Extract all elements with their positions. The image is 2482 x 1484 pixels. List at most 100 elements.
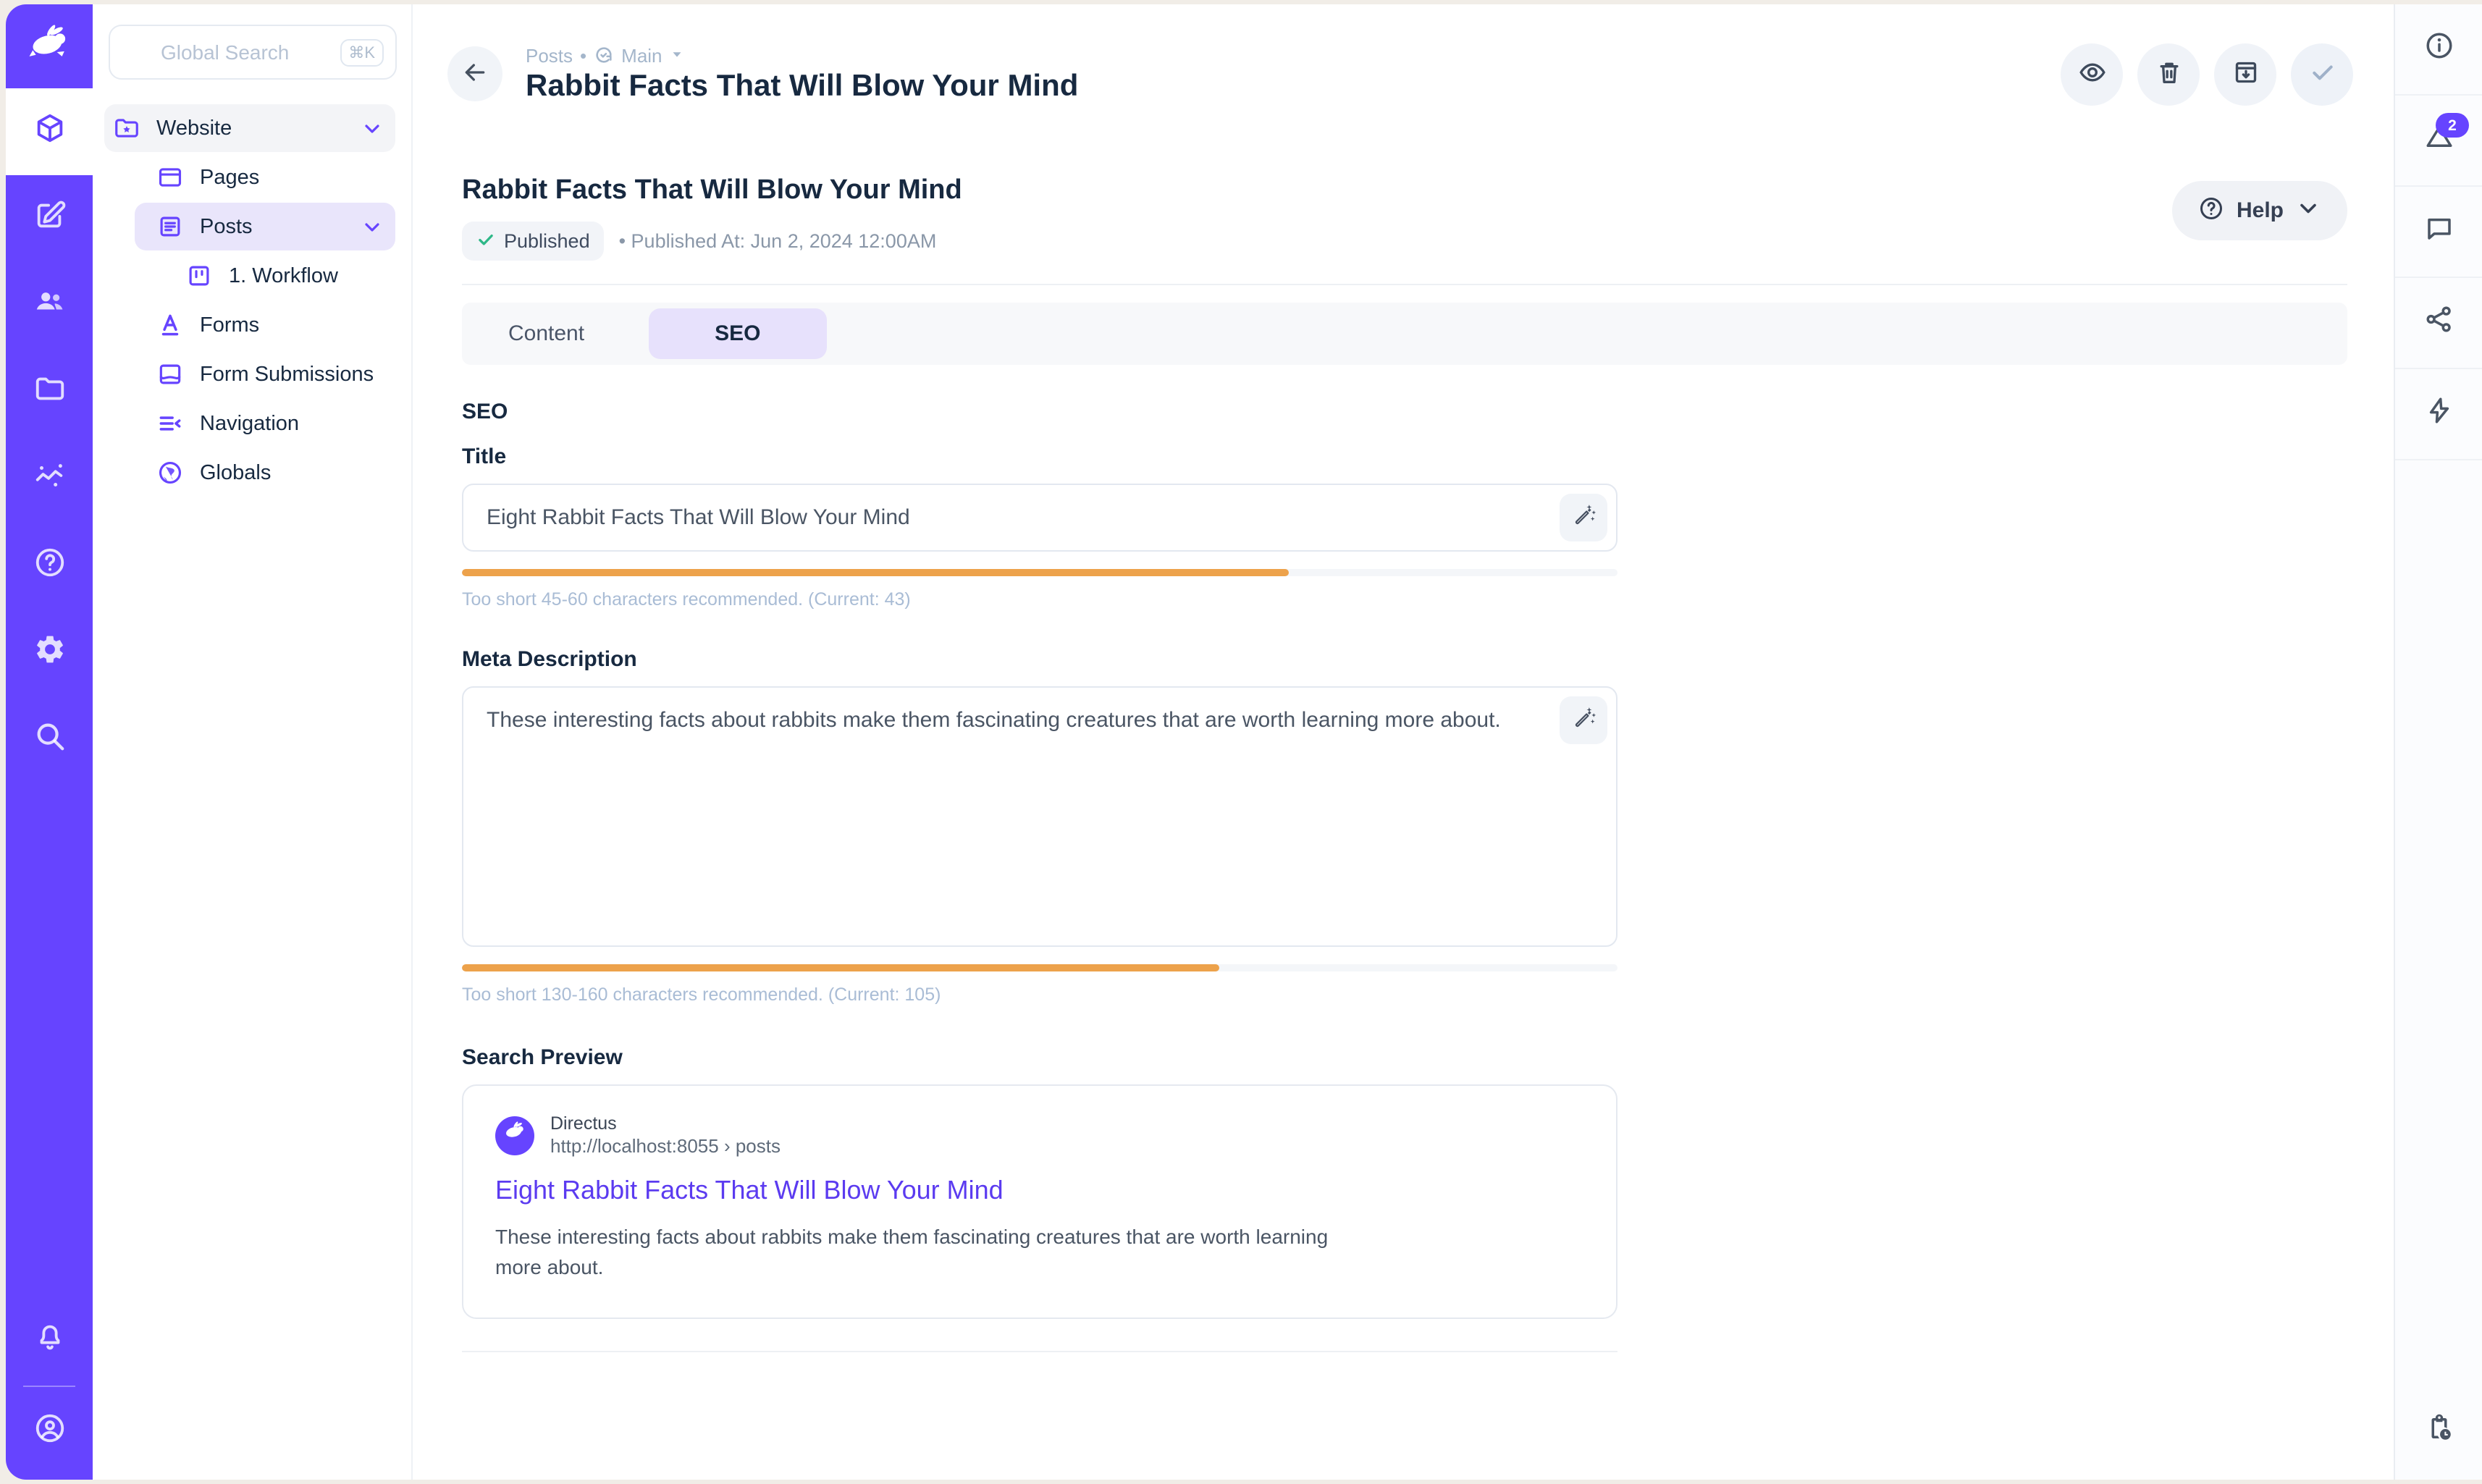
share-panel-button[interactable] bbox=[2395, 278, 2482, 369]
page-header: Posts • Main Rabbit Facts That Will Blow… bbox=[413, 4, 2394, 143]
share-icon bbox=[2423, 304, 2454, 342]
help-button[interactable]: Help bbox=[2173, 181, 2347, 240]
info-panel-button[interactable] bbox=[2395, 4, 2482, 96]
preview-result-title[interactable]: Eight Rabbit Facts That Will Blow Your M… bbox=[495, 1176, 1584, 1206]
sidebar-item-label: Website bbox=[156, 117, 232, 140]
seo-meta-textarea[interactable]: These interesting facts about rabbits ma… bbox=[462, 686, 1617, 947]
check-icon bbox=[2308, 57, 2336, 90]
global-search-input[interactable] bbox=[110, 39, 340, 65]
magic-wand-icon bbox=[1570, 704, 1597, 736]
insights-icon bbox=[33, 459, 66, 499]
tab-content[interactable]: Content bbox=[468, 321, 625, 346]
inbox-icon bbox=[156, 361, 184, 388]
module-search[interactable] bbox=[6, 696, 93, 783]
article-icon bbox=[156, 213, 184, 240]
alerts-panel-button[interactable]: 2 bbox=[2395, 96, 2482, 187]
tab-seo[interactable]: SEO bbox=[648, 308, 827, 359]
seo-title-input[interactable] bbox=[462, 484, 1617, 552]
help-label: Help bbox=[2237, 198, 2284, 223]
title-field-label: Title bbox=[462, 444, 1617, 469]
search-icon bbox=[33, 720, 66, 760]
lightning-bolt-icon bbox=[2423, 395, 2454, 433]
seo-heading: SEO bbox=[462, 400, 1617, 424]
comment-bubble-icon bbox=[2423, 213, 2454, 250]
chevron-down-icon bbox=[2295, 195, 2321, 227]
navigation-sidebar: ⌘K Website Pages Posts 1. Workflow bbox=[93, 4, 413, 1480]
module-editor[interactable] bbox=[6, 175, 93, 262]
directus-logo[interactable] bbox=[6, 4, 93, 88]
sidebar-item-label: Pages bbox=[200, 166, 259, 189]
document-title: Rabbit Facts That Will Blow Your Mind bbox=[462, 175, 2173, 207]
list-collapse-icon bbox=[156, 410, 184, 437]
preview-button[interactable] bbox=[2061, 43, 2123, 105]
title-block: Posts • Main Rabbit Facts That Will Blow… bbox=[526, 44, 1078, 104]
chevron-down-icon[interactable] bbox=[361, 117, 384, 140]
back-button[interactable] bbox=[447, 46, 502, 101]
app-window: ⌘K Website Pages Posts 1. Workflow bbox=[6, 4, 2482, 1480]
breadcrumb-separator: • bbox=[580, 44, 586, 66]
module-content[interactable] bbox=[6, 88, 93, 175]
meta-length-meter bbox=[462, 964, 1617, 971]
preview-site-name: Directus bbox=[550, 1113, 781, 1134]
right-sidebar-spacer bbox=[2395, 460, 2482, 1384]
trash-icon bbox=[2154, 57, 2183, 90]
module-help[interactable] bbox=[6, 523, 93, 610]
revisions-panel-button[interactable] bbox=[2395, 1384, 2482, 1480]
sidebar-item-label: Navigation bbox=[200, 412, 299, 435]
save-button[interactable] bbox=[2291, 43, 2353, 105]
help-circle-icon bbox=[2199, 195, 2225, 227]
breadcrumb-collection[interactable]: Posts bbox=[526, 44, 573, 66]
main-area: Posts • Main Rabbit Facts That Will Blow… bbox=[413, 4, 2394, 1480]
search-preview-card: Directus http://localhost:8055 › posts E… bbox=[462, 1084, 1617, 1319]
module-users[interactable] bbox=[6, 262, 93, 349]
bell-icon bbox=[33, 1320, 66, 1361]
info-icon bbox=[2423, 30, 2454, 68]
sidebar-item-workflow[interactable]: 1. Workflow bbox=[104, 252, 395, 300]
published-at: • Published At: Jun 2, 2024 12:00AM bbox=[619, 230, 937, 252]
notifications-button[interactable] bbox=[6, 1304, 93, 1377]
caret-down-icon[interactable] bbox=[670, 44, 686, 66]
shortcut-badge: ⌘K bbox=[340, 38, 384, 66]
site-avatar bbox=[495, 1116, 534, 1155]
archive-download-icon bbox=[2231, 57, 2260, 90]
eye-icon bbox=[2077, 57, 2106, 90]
divider bbox=[23, 1386, 75, 1387]
global-search[interactable]: ⌘K bbox=[109, 25, 397, 80]
user-avatar[interactable] bbox=[6, 1396, 93, 1468]
delete-button[interactable] bbox=[2137, 43, 2200, 105]
comments-panel-button[interactable] bbox=[2395, 187, 2482, 278]
generate-meta-button[interactable] bbox=[1560, 696, 1607, 744]
sidebar-item-website[interactable]: Website bbox=[104, 104, 395, 152]
users-icon bbox=[33, 285, 66, 326]
rabbit-icon bbox=[502, 1119, 527, 1151]
divider bbox=[462, 284, 2347, 285]
sidebar-item-forms[interactable]: Forms bbox=[104, 301, 395, 349]
archive-button[interactable] bbox=[2214, 43, 2276, 105]
sidebar-item-form-submissions[interactable]: Form Submissions bbox=[104, 350, 395, 398]
module-settings[interactable] bbox=[6, 610, 93, 696]
edit-pencil-icon bbox=[33, 198, 66, 239]
chevron-down-icon[interactable] bbox=[361, 215, 384, 238]
flows-panel-button[interactable] bbox=[2395, 369, 2482, 460]
sidebar-item-navigation[interactable]: Navigation bbox=[104, 400, 395, 447]
document-header: Rabbit Facts That Will Blow Your Mind Pu… bbox=[462, 143, 2347, 261]
folder-star-icon bbox=[113, 114, 140, 142]
meta-length-fill bbox=[462, 964, 1219, 971]
generate-title-button[interactable] bbox=[1560, 494, 1607, 541]
module-insights[interactable] bbox=[6, 436, 93, 523]
meta-field: These interesting facts about rabbits ma… bbox=[462, 686, 1617, 947]
sidebar-item-label: Posts bbox=[200, 215, 253, 238]
sidebar-item-label: 1. Workflow bbox=[229, 264, 338, 287]
breadcrumb[interactable]: Posts • Main bbox=[526, 44, 1078, 66]
sidebar-item-globals[interactable]: Globals bbox=[104, 449, 395, 497]
kanban-board-icon bbox=[185, 262, 213, 290]
sidebar-item-pages[interactable]: Pages bbox=[104, 153, 395, 201]
status-row: Published • Published At: Jun 2, 2024 12… bbox=[462, 222, 2173, 261]
breadcrumb-version[interactable]: Main bbox=[621, 44, 662, 66]
preview-url: http://localhost:8055 › posts bbox=[550, 1135, 781, 1157]
module-files[interactable] bbox=[6, 349, 93, 436]
header-actions bbox=[2061, 43, 2353, 105]
meta-length-hint: Too short 130-160 characters recommended… bbox=[462, 985, 1617, 1005]
sidebar-item-posts[interactable]: Posts bbox=[135, 203, 395, 250]
sync-circle-icon bbox=[594, 45, 614, 65]
